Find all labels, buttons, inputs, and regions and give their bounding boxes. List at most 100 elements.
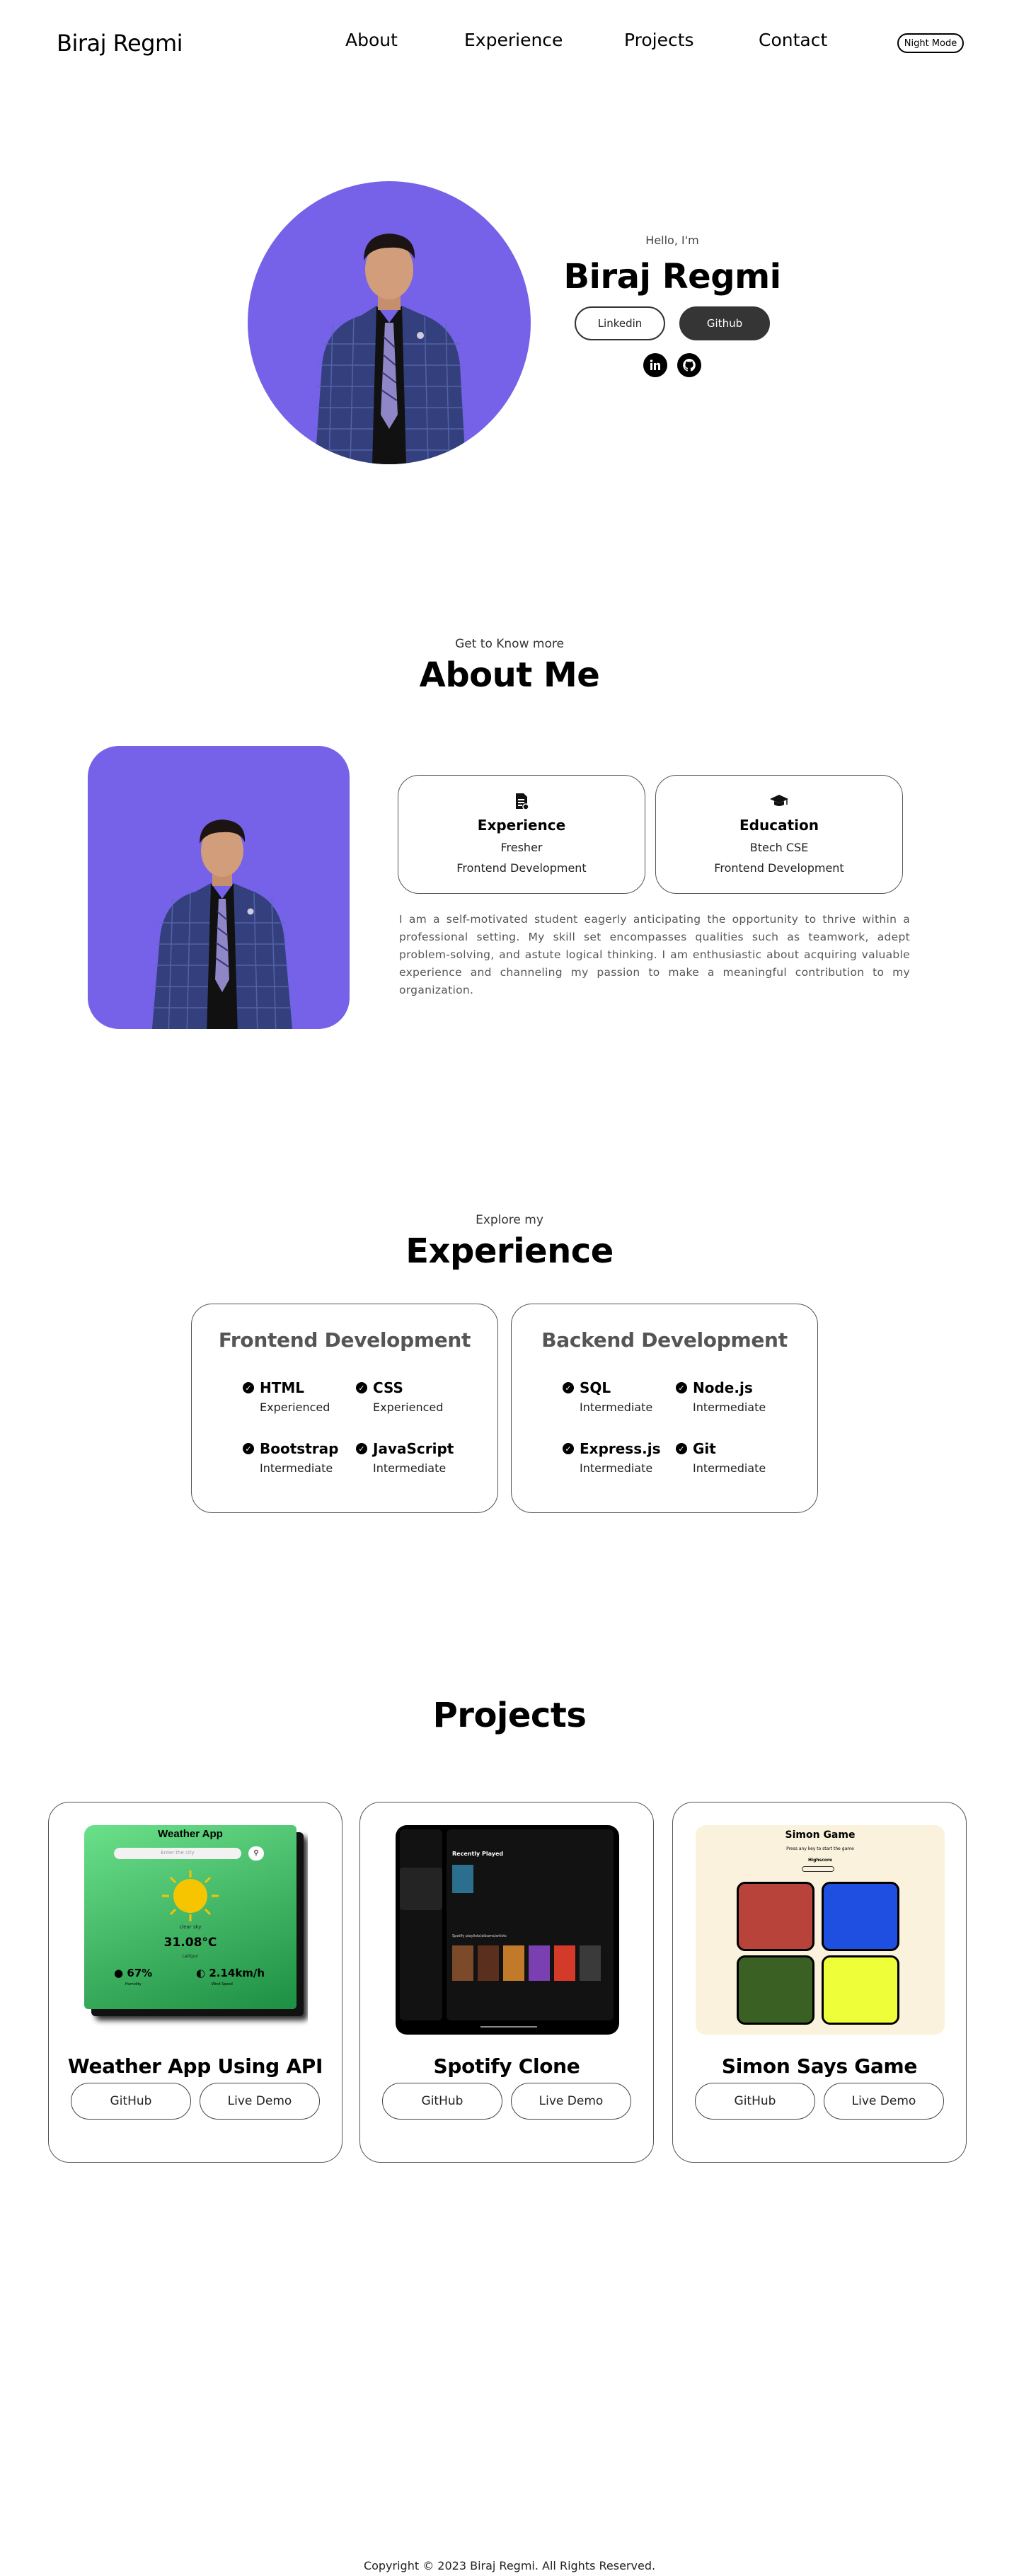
skill-name: Git — [693, 1440, 716, 1457]
check-icon: ✓ — [563, 1382, 574, 1393]
sun-icon — [162, 1870, 219, 1921]
weather-app-screenshot: Weather App Enter the city ⚲ clear sky 3… — [84, 1825, 308, 2035]
search-icon: ⚲ — [248, 1846, 264, 1861]
linkedin-icon[interactable] — [643, 353, 667, 377]
social-icons — [559, 353, 785, 377]
experience-card-title: Backend Development — [541, 1328, 788, 1352]
hero-intro: Hello, I'm Biraj Regmi Linkedin Github — [559, 234, 785, 377]
skill-level: Experienced — [373, 1401, 444, 1414]
experience-icon — [398, 793, 645, 811]
project-title: Weather App Using API — [67, 2054, 323, 2078]
skill-level: Intermediate — [580, 1461, 653, 1475]
skill-level: Intermediate — [693, 1401, 766, 1414]
live-demo-button[interactable]: Live Demo — [511, 2083, 631, 2120]
check-icon: ✓ — [676, 1382, 687, 1393]
project-card-weather: Weather App Enter the city ⚲ clear sky 3… — [48, 1802, 342, 2163]
weather-location: Lalitpur — [182, 1954, 199, 1959]
hero-profile-picture — [248, 181, 531, 464]
about-card-line: Btech CSE — [749, 841, 809, 854]
skill-item: ✓ Git Intermediate — [676, 1440, 766, 1475]
project-title: Spotify Clone — [433, 2054, 580, 2078]
skill-item: ✓ JavaScript Intermediate — [356, 1440, 454, 1475]
project-title: Simon Says Game — [721, 2054, 918, 2078]
graduation-cap-icon — [656, 793, 902, 811]
about-card-title: Education — [739, 817, 819, 834]
about-paragraph: I am a self-motivated student eagerly an… — [399, 913, 910, 996]
about-card-line: Fresher — [500, 841, 543, 854]
profile-photo — [315, 234, 466, 464]
wind-label: Wind Speed — [212, 1982, 233, 1986]
weather-search-input: Enter the city — [114, 1848, 241, 1859]
hero-greeting: Hello, I'm — [645, 234, 699, 247]
project-card-simon: Simon Game Press any key to start the ga… — [672, 1802, 967, 2163]
experience-subtitle: Explore my — [476, 1213, 543, 1227]
projects-title: Projects — [432, 1696, 587, 1735]
skill-name: SQL — [580, 1379, 611, 1396]
weather-wind: ◐ 2.14km/h — [196, 1967, 265, 1979]
github-icon[interactable] — [677, 353, 701, 377]
about-card-line: Frontend Development — [456, 861, 587, 875]
check-icon: ✓ — [356, 1443, 367, 1454]
project-card-spotify: Recently Played Spotify playlists/albums… — [359, 1802, 654, 2163]
nav-link-experience[interactable]: Experience — [464, 30, 563, 50]
about-photo — [151, 820, 293, 1029]
github-button[interactable]: Github — [679, 306, 770, 340]
check-icon: ✓ — [356, 1382, 367, 1393]
skill-level: Intermediate — [693, 1461, 766, 1475]
backend-card: Backend Development ✓ SQL Intermediate ✓ N… — [511, 1304, 818, 1513]
weather-app-title: Weather App — [158, 1828, 223, 1840]
skill-item: ✓ Express.js Intermediate — [563, 1440, 660, 1475]
skill-name: Express.js — [580, 1440, 661, 1457]
github-button[interactable]: GitHub — [71, 2083, 191, 2120]
skill-item: ✓ SQL Intermediate — [563, 1379, 652, 1414]
experience-title: Experience — [405, 1231, 614, 1271]
check-icon: ✓ — [243, 1443, 254, 1454]
skill-name: JavaScript — [373, 1440, 454, 1457]
about-experience-card: Experience Fresher Frontend Development — [398, 775, 645, 894]
footer-copyright: Copyright © 2023 Biraj Regmi. All Rights… — [363, 2559, 656, 2572]
skill-name: HTML — [260, 1379, 305, 1396]
site-logo[interactable]: Biraj Regmi — [57, 30, 183, 57]
top-nav: Biraj Regmi About Experience Projects Co… — [0, 0, 1019, 85]
skill-level: Intermediate — [373, 1461, 447, 1475]
spotify-subheading: Spotify playlists/albums/artists — [452, 1934, 507, 1938]
frontend-card: Frontend Development ✓ HTML Experienced ✓… — [191, 1304, 498, 1513]
simon-instruction: Press any key to start the game — [786, 1846, 854, 1851]
spotify-heading: Recently Played — [452, 1851, 504, 1857]
check-icon: ✓ — [243, 1382, 254, 1393]
simon-blue-tile — [822, 1882, 899, 1951]
night-mode-button[interactable]: Night Mode — [897, 33, 964, 53]
github-button[interactable]: GitHub — [382, 2083, 502, 2120]
skill-item: ✓ Node.js Intermediate — [676, 1379, 766, 1414]
skill-item: ✓ Bootstrap Intermediate — [243, 1440, 338, 1475]
linkedin-button[interactable]: Linkedin — [575, 306, 665, 340]
about-card-title: Experience — [477, 817, 566, 834]
about-subtitle: Get to Know more — [455, 637, 564, 651]
live-demo-button[interactable]: Live Demo — [200, 2083, 320, 2120]
simon-highscore: Highscore — [808, 1858, 832, 1863]
live-demo-button[interactable]: Live Demo — [824, 2083, 944, 2120]
about-education-card: Education Btech CSE Frontend Development — [655, 775, 903, 894]
nav-link-projects[interactable]: Projects — [624, 30, 694, 50]
simon-green-tile — [737, 1955, 814, 2025]
simon-game-title: Simon Game — [785, 1829, 856, 1841]
skill-level: Intermediate — [580, 1401, 653, 1414]
hero-name: Biraj Regmi — [563, 257, 781, 297]
skill-name: Node.js — [693, 1379, 753, 1396]
skill-item: ✓ HTML Experienced — [243, 1379, 330, 1414]
skill-name: CSS — [373, 1379, 403, 1396]
github-button[interactable]: GitHub — [695, 2083, 815, 2120]
skill-level: Intermediate — [260, 1461, 333, 1475]
nav-link-about[interactable]: About — [345, 30, 398, 50]
spotify-clone-screenshot: Recently Played Spotify playlists/albums… — [396, 1825, 619, 2035]
experience-card-title: Frontend Development — [218, 1328, 471, 1352]
about-title: About Me — [419, 655, 600, 695]
skill-name: Bootstrap — [260, 1440, 339, 1457]
nav-link-contact[interactable]: Contact — [759, 30, 827, 50]
skill-item: ✓ CSS Experienced — [356, 1379, 443, 1414]
weather-humidity: ● 67% — [114, 1967, 153, 1979]
weather-condition: clear sky — [179, 1924, 202, 1930]
check-icon: ✓ — [563, 1443, 574, 1454]
weather-temp: 31.08°C — [163, 1936, 217, 1950]
check-icon: ✓ — [676, 1443, 687, 1454]
